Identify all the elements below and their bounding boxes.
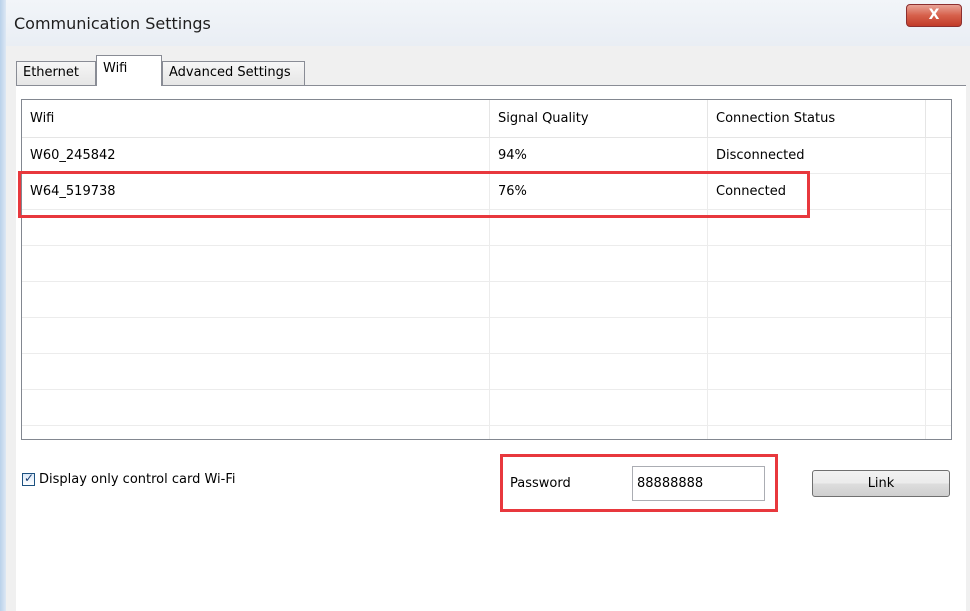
connection-status: Disconnected xyxy=(716,148,805,163)
column-header-wifi[interactable]: Wifi xyxy=(22,100,490,138)
column-header-signal-quality[interactable]: Signal Quality xyxy=(490,100,708,138)
window-title: Communication Settings xyxy=(14,14,211,33)
empty-row xyxy=(22,318,951,354)
link-button[interactable]: Link xyxy=(812,470,950,497)
table-row[interactable]: W60_245842 94% Disconnected xyxy=(22,138,951,174)
title-bar: Communication Settings X xyxy=(0,0,970,46)
wifi-name: W60_245842 xyxy=(30,148,116,163)
password-input[interactable] xyxy=(632,466,765,501)
empty-row xyxy=(22,210,951,246)
display-only-label: Display only control card Wi-Fi xyxy=(39,471,236,487)
tab-ethernet[interactable]: Ethernet xyxy=(16,61,96,85)
tab-wifi[interactable]: Wifi xyxy=(96,55,162,86)
display-only-control-card-option[interactable]: Display only control card Wi-Fi xyxy=(22,470,236,488)
display-only-checkbox[interactable] xyxy=(22,471,35,486)
close-icon: X xyxy=(928,7,940,23)
communication-settings-window: Communication Settings X Ethernet Wifi A… xyxy=(0,0,970,611)
tab-advanced-settings[interactable]: Advanced Settings xyxy=(162,61,305,85)
empty-row xyxy=(22,282,951,318)
column-header-connection-status[interactable]: Connection Status xyxy=(708,100,926,138)
table-row[interactable]: W64_519738 76% Connected xyxy=(22,174,951,210)
empty-row xyxy=(22,390,951,426)
signal-quality: 94% xyxy=(498,148,527,163)
wifi-name: W64_519738 xyxy=(30,184,116,199)
window-border xyxy=(0,0,6,611)
wifi-table: Wifi Signal Quality Connection Status W6… xyxy=(21,99,952,440)
connection-status: Connected xyxy=(716,184,787,199)
close-button[interactable]: X xyxy=(906,4,962,27)
empty-row xyxy=(22,354,951,390)
empty-row xyxy=(22,246,951,282)
signal-quality: 76% xyxy=(498,184,527,199)
table-header: Wifi Signal Quality Connection Status xyxy=(22,100,951,138)
password-label: Password xyxy=(510,476,571,491)
